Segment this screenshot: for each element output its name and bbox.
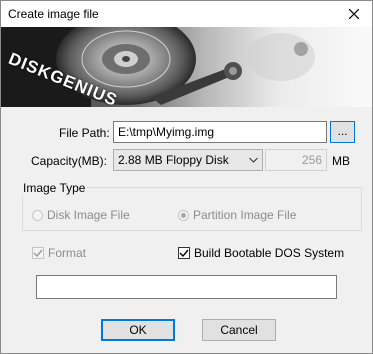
diskgenius-banner: DISKGENIUS — [1, 27, 372, 107]
format-checkbox[interactable]: Format — [32, 246, 86, 260]
title-bar: Create image file — [1, 1, 372, 27]
capacity-select[interactable]: 2.88 MB Floppy Disk — [113, 149, 263, 171]
close-button[interactable] — [336, 1, 372, 27]
partition-image-radio[interactable]: Partition Image File — [178, 208, 296, 222]
file-path-label: File Path: — [59, 126, 110, 140]
radio-indicator — [178, 209, 189, 221]
window-title: Create image file — [8, 7, 99, 21]
format-label: Format — [48, 246, 87, 260]
checkmark-icon — [179, 249, 189, 258]
create-image-dialog: Create image file DISKGENIUS File Path: … — [0, 0, 373, 354]
image-type-title: Image Type — [21, 181, 88, 195]
close-icon — [349, 9, 359, 19]
radio-indicator — [32, 209, 43, 221]
capacity-size-input[interactable]: 256 — [265, 149, 327, 171]
bootable-dos-checkbox[interactable]: Build Bootable DOS System — [178, 246, 344, 260]
disk-image-radio[interactable]: Disk Image File — [32, 208, 130, 222]
checkmark-icon — [33, 249, 43, 258]
browse-button[interactable]: ... — [330, 121, 355, 143]
chevron-down-icon — [249, 150, 258, 176]
partition-image-label: Partition Image File — [193, 208, 297, 222]
file-path-input[interactable]: E:\tmp\Myimg.img — [113, 121, 327, 143]
bootable-dos-label: Build Bootable DOS System — [194, 246, 345, 260]
ok-button[interactable]: OK — [101, 319, 175, 341]
capacity-unit: MB — [332, 154, 350, 168]
disk-image-label: Disk Image File — [47, 208, 130, 222]
capacity-selected-value: 2.88 MB Floppy Disk — [118, 153, 229, 167]
capacity-label: Capacity(MB): — [31, 154, 108, 168]
progress-bar — [36, 275, 337, 299]
checkbox-indicator — [178, 247, 190, 259]
checkbox-indicator — [32, 247, 44, 259]
cancel-button[interactable]: Cancel — [202, 319, 276, 341]
